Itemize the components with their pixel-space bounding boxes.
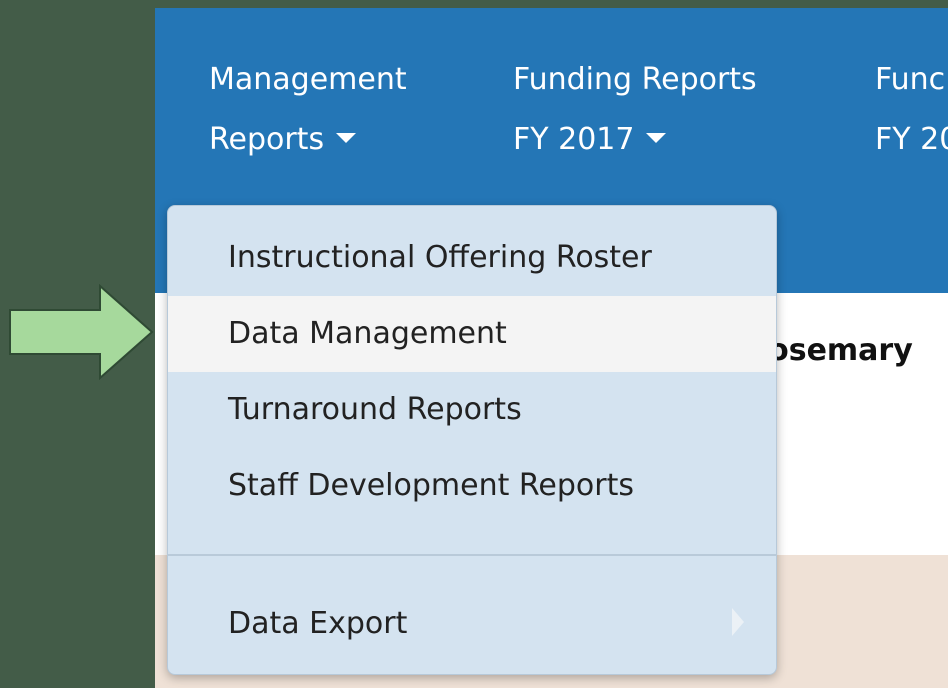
menu-item-instructional-offering-roster[interactable]: Instructional Offering Roster bbox=[168, 220, 776, 296]
menu-item-staff-development-reports[interactable]: Staff Development Reports bbox=[168, 448, 776, 524]
pointer-arrow-icon bbox=[9, 284, 154, 380]
nav-label-line2: FY 2017 bbox=[513, 122, 635, 157]
management-reports-dropdown: Instructional Offering Roster Data Manag… bbox=[167, 205, 777, 675]
nav-management-reports[interactable]: Management Reports bbox=[209, 50, 407, 170]
stage: Management Reports Funding Reports FY 20… bbox=[0, 0, 948, 688]
menu-item-data-export[interactable]: Data Export bbox=[168, 586, 776, 662]
nav-funding-reports-fy2017[interactable]: Funding Reports FY 2017 bbox=[513, 50, 757, 170]
caret-down-icon bbox=[646, 132, 667, 143]
submenu-arrow-icon bbox=[732, 608, 744, 636]
nav-label-line2: Reports bbox=[209, 122, 325, 157]
menu-item-data-management[interactable]: Data Management bbox=[168, 296, 776, 372]
caret-down-icon bbox=[336, 132, 357, 143]
nav-label-line1: Funding Reports bbox=[513, 62, 757, 97]
menu-item-turnaround-reports[interactable]: Turnaround Reports bbox=[168, 372, 776, 448]
nav-label-line2: FY 20 bbox=[875, 122, 948, 157]
nav-label-line1: Management bbox=[209, 62, 407, 97]
menu-divider bbox=[168, 554, 776, 556]
nav-funding-reports-next[interactable]: Func FY 20 bbox=[875, 50, 948, 170]
nav-label-line1: Func bbox=[875, 62, 946, 97]
